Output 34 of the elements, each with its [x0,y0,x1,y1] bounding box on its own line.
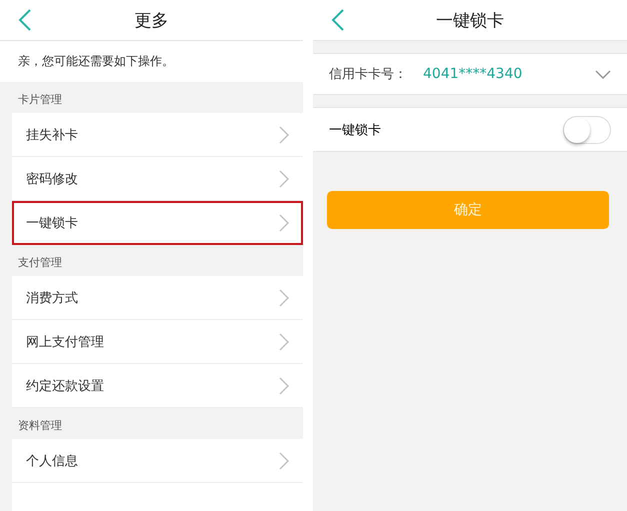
menu-item-label: 挂失补卡 [26,126,78,144]
menu-item-label: 网上支付管理 [26,334,104,350]
menu-item[interactable]: 消费方式 [12,276,303,320]
back-icon[interactable] [18,8,32,32]
menu-item-label: 消费方式 [26,290,78,306]
menu-item[interactable]: 一键锁卡 [12,201,303,245]
lock-toggle[interactable] [563,116,611,144]
screen-title: 一键锁卡 [436,10,504,32]
section-label: 卡片管理 [17,92,63,108]
chevron-icon [279,376,289,394]
card-number: 4041****4340 [423,66,524,82]
dropdown-icon [595,70,611,78]
section-label: 资料管理 [17,418,63,434]
toggle-label: 一键锁卡 [329,122,381,138]
menu-item[interactable]: 网上支付管理 [12,320,303,364]
notice-text: 亲，您可能还需要如下操作。 [0,41,303,82]
menu-item-label: 个人信息 [26,452,78,470]
menu-item-label: 一键锁卡 [26,214,78,232]
menu-item-label: 密码修改 [26,170,78,188]
menu-item-label: 约定还款设置 [26,378,104,394]
menu-item[interactable]: 约定还款设置 [12,364,303,408]
section-label: 支付管理 [17,255,63,271]
menu-item[interactable]: 挂失补卡 [12,113,303,157]
chevron-icon [279,332,289,350]
chevron-icon [279,452,289,470]
chevron-icon [279,170,289,188]
field-label: 信用卡卡号： [329,66,407,83]
chevron-icon [279,288,289,306]
back-icon[interactable] [331,8,345,32]
menu-item[interactable]: 密码修改 [12,157,303,201]
chevron-icon [279,214,289,232]
chevron-icon [279,126,289,144]
card-number-field[interactable]: 信用卡卡号： 4041****4340 [313,53,627,95]
screen-title: 更多 [134,10,168,32]
